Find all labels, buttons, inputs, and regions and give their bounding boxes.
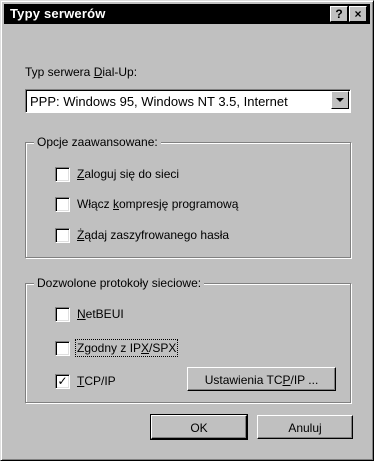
window-title: Typy serwerów bbox=[10, 6, 106, 21]
opt-text: Zgodny z IP bbox=[77, 341, 142, 355]
software-compression-label[interactable]: Włącz kompresję programową bbox=[77, 197, 238, 211]
opt-text-rest: ądaj zaszyfrowanego hasła bbox=[84, 228, 230, 242]
logon-to-network-checkbox[interactable] bbox=[55, 167, 70, 182]
tcpip-settings-button[interactable]: Ustawienia TCP/IP ... bbox=[187, 367, 336, 391]
ipx-spx-checkbox[interactable] bbox=[55, 341, 70, 356]
dialup-label: Typ serwera Dial-Up: bbox=[25, 65, 137, 79]
dialup-label-text: Typ serwera bbox=[25, 65, 94, 79]
require-encrypted-password-checkbox[interactable] bbox=[55, 228, 70, 243]
server-type-dropdown[interactable]: PPP: Windows 95, Windows NT 3.5, Interne… bbox=[25, 89, 351, 113]
btn-accel: P bbox=[282, 373, 291, 387]
netbeui-checkbox[interactable] bbox=[55, 307, 70, 322]
opt-text-rest: ompresję programową bbox=[119, 197, 239, 211]
ipx-spx-label[interactable]: Zgodny z IPX/SPX bbox=[74, 339, 179, 357]
opt-text-rest: /SPX bbox=[149, 341, 177, 355]
opt-text-rest: etBEUI bbox=[85, 307, 124, 321]
netbeui-label[interactable]: NetBEUI bbox=[77, 307, 124, 321]
network-protocols-legend: Dozwolone protokoły sieciowe: bbox=[34, 276, 205, 290]
logon-to-network-label[interactable]: Zaloguj się do sieci bbox=[77, 167, 179, 181]
opt-text-rest: aloguj się do sieci bbox=[84, 167, 180, 181]
title-bar[interactable]: Typy serwerów ? × bbox=[4, 4, 370, 24]
advanced-options-legend: Opcje zaawansowane: bbox=[34, 135, 161, 149]
btn-text-rest: /IP ... bbox=[290, 373, 319, 387]
cancel-button[interactable]: Anuluj bbox=[257, 415, 353, 439]
help-button[interactable]: ? bbox=[330, 6, 348, 22]
chevron-down-icon[interactable] bbox=[331, 91, 349, 109]
server-type-value: PPP: Windows 95, Windows NT 3.5, Interne… bbox=[30, 94, 288, 109]
tcpip-checkbox[interactable]: ✓ bbox=[55, 374, 70, 389]
btn-text: Ustawienia TC bbox=[204, 373, 283, 387]
opt-text-rest: CP/IP bbox=[84, 374, 116, 388]
check-icon: ✓ bbox=[57, 374, 68, 388]
opt-accel: N bbox=[77, 307, 86, 321]
software-compression-checkbox[interactable] bbox=[55, 197, 70, 212]
dialog-window: Typy serwerów ? × Typ serwera Dial-Up: P… bbox=[0, 0, 374, 461]
close-button[interactable]: × bbox=[349, 6, 367, 22]
dialup-label-text-rest: ial-Up: bbox=[102, 65, 138, 79]
opt-text: Włącz bbox=[77, 197, 113, 211]
require-encrypted-password-label[interactable]: Żądaj zaszyfrowanego hasła bbox=[77, 228, 229, 242]
ok-button[interactable]: OK bbox=[150, 414, 248, 440]
opt-accel: X bbox=[141, 341, 150, 355]
tcpip-label[interactable]: TCP/IP bbox=[77, 374, 116, 388]
